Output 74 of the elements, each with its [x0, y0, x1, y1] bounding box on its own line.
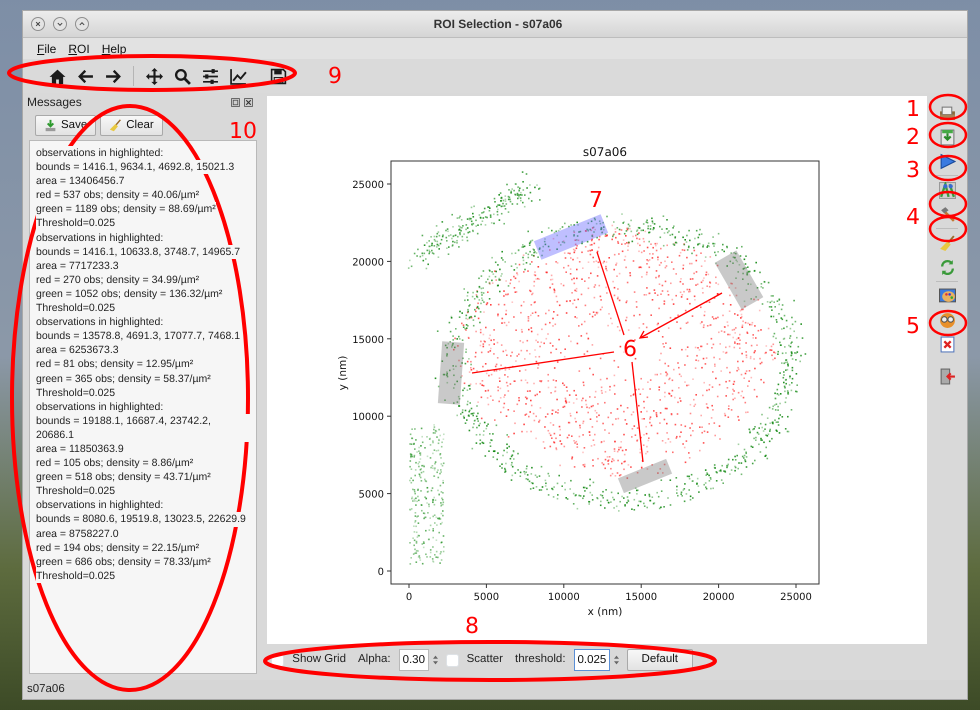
tick-label: 0	[378, 567, 384, 578]
tick-label: 20000	[352, 257, 384, 268]
menu-item[interactable]: Help	[96, 40, 132, 58]
tick-label: 25000	[780, 592, 812, 603]
line-chart-icon	[230, 68, 246, 84]
menu-item[interactable]: File	[31, 40, 62, 58]
annotation-number: 6	[623, 337, 637, 362]
close-icon	[244, 98, 254, 106]
annotation-ellipse	[928, 94, 968, 120]
close-button[interactable]	[31, 17, 45, 31]
float-icon	[231, 98, 240, 106]
clear-button[interactable]: Clear	[100, 115, 163, 136]
hammer-icon	[938, 206, 956, 222]
x-axis-label: x (nm)	[588, 606, 623, 618]
annotation-ellipse	[928, 190, 968, 218]
tick-label: 5000	[474, 592, 500, 603]
save-button[interactable]: Save	[35, 115, 96, 136]
menu-item[interactable]: ROI	[62, 40, 96, 58]
broom-icon	[109, 119, 122, 132]
palette-icon	[938, 288, 956, 304]
plot-title: s07a06	[583, 145, 628, 159]
number-field[interactable]: 0.30	[398, 649, 429, 671]
tick-label: 25000	[352, 180, 384, 191]
arrow-right-icon	[104, 68, 122, 84]
number-field[interactable]: 0.025	[574, 649, 610, 671]
window-title: ROI Selection - s07a06	[434, 17, 562, 31]
field-label: threshold:	[515, 652, 566, 668]
move-icon	[146, 68, 162, 84]
maximize-button[interactable]	[75, 17, 89, 31]
tick-label: 15000	[626, 592, 658, 603]
goggles-icon	[938, 312, 956, 328]
checkbox-label: Scatter	[466, 652, 504, 668]
field-label: Alpha:	[358, 652, 391, 668]
annotation-number: 3	[906, 158, 920, 183]
status-text: s07a06	[27, 682, 65, 697]
spin-arrows-icon[interactable]	[614, 653, 619, 667]
exit-icon	[938, 368, 956, 384]
annotation-number: 8	[465, 614, 479, 639]
annotation-number: 5	[906, 314, 920, 339]
annotation-number: 2	[906, 125, 920, 150]
checkbox-label: Show Grid	[292, 652, 346, 668]
annotation-ellipse	[928, 154, 968, 182]
tick-label: 10000	[352, 412, 384, 424]
annotation-number: 9	[328, 64, 342, 89]
sliders-icon	[202, 68, 218, 84]
home-icon	[48, 68, 66, 84]
minimize-button[interactable]	[53, 17, 67, 31]
annotation-number: 10	[229, 119, 257, 144]
close-icon	[33, 19, 43, 29]
spin-arrows-icon[interactable]	[432, 653, 438, 667]
scatter-checkbox[interactable]	[446, 654, 459, 666]
tick-label: 15000	[352, 334, 384, 346]
folder-icon	[938, 104, 956, 122]
annotation-number: 4	[906, 205, 920, 230]
annotation-ellipse	[928, 122, 968, 148]
annotation-ellipse	[928, 310, 968, 336]
panel-title: Messages	[27, 94, 82, 111]
annotation-ellipse	[928, 216, 968, 242]
broom-icon	[938, 234, 956, 252]
save-icon	[44, 119, 57, 132]
save-icon	[270, 68, 286, 84]
y-axis-label: y (nm)	[337, 356, 350, 390]
arrow-left-icon	[76, 68, 94, 84]
refresh-icon	[938, 258, 956, 276]
search-icon	[174, 68, 190, 84]
annotation-number: 1	[906, 97, 920, 122]
tick-label: 5000	[358, 490, 384, 501]
play-icon	[938, 152, 956, 170]
tick-label: 0	[406, 592, 412, 603]
delete-icon	[938, 336, 956, 352]
tick-label: 10000	[548, 592, 580, 603]
download-icon	[938, 128, 956, 146]
tick-label: 20000	[702, 592, 735, 603]
annotation-number: 7	[589, 188, 603, 213]
